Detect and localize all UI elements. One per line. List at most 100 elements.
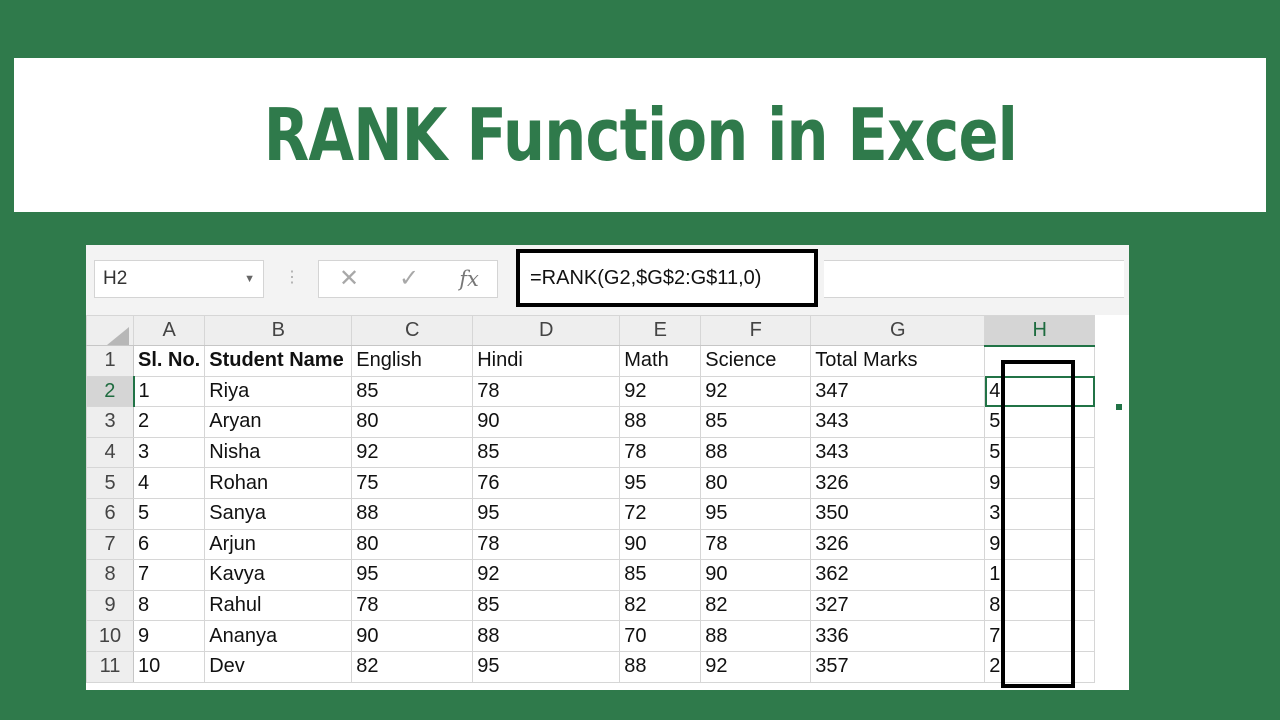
column-header-b[interactable]: B [204, 315, 353, 346]
cell-g2[interactable]: 347 [810, 375, 986, 408]
cell-b7[interactable]: Arjun [204, 528, 353, 561]
cell-g6[interactable]: 350 [810, 497, 986, 530]
cell-c8[interactable]: 95 [351, 559, 474, 591]
row-header[interactable]: 3 [86, 406, 134, 438]
cell-f6[interactable]: 95 [700, 497, 812, 530]
cell-g5[interactable]: 326 [810, 467, 986, 499]
cell-f9[interactable]: 82 [700, 589, 812, 622]
cell-b1[interactable]: Student Name [204, 345, 353, 377]
name-box[interactable]: H2 ▼ [94, 260, 264, 298]
row-header[interactable]: 4 [86, 436, 134, 469]
row-header[interactable]: 1 [86, 345, 134, 377]
cell-b11[interactable]: Dev [204, 650, 353, 683]
cell-d5[interactable]: 76 [472, 467, 621, 499]
cell-c10[interactable]: 90 [351, 620, 474, 652]
cell-f11[interactable]: 92 [700, 650, 812, 683]
cell-c4[interactable]: 92 [351, 436, 474, 469]
cell-d11[interactable]: 95 [472, 650, 621, 683]
drag-handle-icon[interactable]: ⋮ [284, 260, 300, 298]
cell-e8[interactable]: 85 [619, 559, 702, 591]
cell-e10[interactable]: 70 [619, 620, 702, 652]
row-header[interactable]: 2 [86, 375, 135, 408]
cell-b10[interactable]: Ananya [204, 620, 353, 652]
cell-d8[interactable]: 92 [472, 559, 621, 591]
column-header-g[interactable]: G [810, 315, 986, 346]
cell-f2[interactable]: 92 [700, 375, 812, 408]
cell-e5[interactable]: 95 [619, 467, 702, 499]
cell-c2[interactable]: 85 [351, 375, 474, 408]
column-header-e[interactable]: E [619, 315, 702, 346]
cell-a3[interactable]: 2 [132, 406, 206, 438]
cell-e1[interactable]: Math [619, 345, 702, 377]
cell-c7[interactable]: 80 [351, 528, 474, 561]
column-header-c[interactable]: C [351, 315, 474, 346]
cell-e11[interactable]: 88 [619, 650, 702, 683]
cell-f7[interactable]: 78 [700, 528, 812, 561]
cell-b9[interactable]: Rahul [204, 589, 353, 622]
cell-b3[interactable]: Aryan [204, 406, 353, 438]
cell-f3[interactable]: 85 [700, 406, 812, 438]
row-header[interactable]: 5 [86, 467, 134, 499]
cell-g11[interactable]: 357 [810, 650, 986, 683]
cell-g10[interactable]: 336 [810, 620, 986, 652]
cell-d10[interactable]: 88 [472, 620, 621, 652]
formula-input-extension[interactable] [824, 260, 1124, 298]
cell-f4[interactable]: 88 [700, 436, 812, 469]
cell-c3[interactable]: 80 [351, 406, 474, 438]
cell-a11[interactable]: 10 [132, 650, 206, 683]
cell-f10[interactable]: 88 [700, 620, 812, 652]
cell-e2[interactable]: 92 [619, 375, 702, 408]
cell-a4[interactable]: 3 [132, 436, 206, 469]
cell-e9[interactable]: 82 [619, 589, 702, 622]
cell-a5[interactable]: 4 [132, 467, 206, 499]
cell-c9[interactable]: 78 [351, 589, 474, 622]
cell-d7[interactable]: 78 [472, 528, 621, 561]
cell-b6[interactable]: Sanya [204, 497, 353, 530]
cell-d1[interactable]: Hindi [472, 345, 621, 377]
formula-input[interactable]: =RANK(G2,$G$2:G$11,0) [516, 249, 818, 307]
column-header-a[interactable]: A [132, 315, 206, 346]
chevron-down-icon[interactable]: ▼ [244, 261, 255, 297]
cell-f1[interactable]: Science [700, 345, 812, 377]
cell-b5[interactable]: Rohan [204, 467, 353, 499]
cell-g3[interactable]: 343 [810, 406, 986, 438]
cell-f5[interactable]: 80 [700, 467, 812, 499]
cell-d3[interactable]: 90 [472, 406, 621, 438]
column-header-f[interactable]: F [700, 315, 812, 346]
fill-handle[interactable] [1116, 404, 1122, 410]
row-header[interactable]: 10 [86, 620, 134, 652]
row-header[interactable]: 8 [86, 559, 134, 591]
cell-e6[interactable]: 72 [619, 497, 702, 530]
row-header[interactable]: 6 [86, 497, 134, 530]
cell-e7[interactable]: 90 [619, 528, 702, 561]
cell-c5[interactable]: 75 [351, 467, 474, 499]
cell-b4[interactable]: Nisha [204, 436, 353, 469]
cell-g1[interactable]: Total Marks [810, 345, 986, 377]
select-all-corner[interactable] [86, 315, 134, 346]
cell-a10[interactable]: 9 [132, 620, 206, 652]
cell-b2[interactable]: Riya [204, 375, 353, 408]
cancel-icon[interactable]: ✕ [329, 261, 369, 297]
cell-e3[interactable]: 88 [619, 406, 702, 438]
enter-check-icon[interactable]: ✓ [389, 261, 429, 297]
cell-a2[interactable]: 1 [132, 375, 206, 408]
column-header-h[interactable]: H [984, 315, 1096, 347]
cell-g7[interactable]: 326 [810, 528, 986, 561]
insert-function-icon[interactable]: fx [449, 261, 489, 297]
row-header[interactable]: 11 [86, 650, 134, 683]
cell-d6[interactable]: 95 [472, 497, 621, 530]
cell-d2[interactable]: 78 [472, 375, 621, 408]
column-header-d[interactable]: D [472, 315, 621, 346]
cell-g4[interactable]: 343 [810, 436, 986, 469]
cell-g9[interactable]: 327 [810, 589, 986, 622]
cell-a6[interactable]: 5 [132, 497, 206, 530]
cell-c11[interactable]: 82 [351, 650, 474, 683]
cell-d4[interactable]: 85 [472, 436, 621, 469]
cell-b8[interactable]: Kavya [204, 559, 353, 591]
cell-a9[interactable]: 8 [132, 589, 206, 622]
cell-g8[interactable]: 362 [810, 559, 986, 591]
cell-e4[interactable]: 78 [619, 436, 702, 469]
row-header[interactable]: 9 [86, 589, 134, 622]
cell-d9[interactable]: 85 [472, 589, 621, 622]
cell-a7[interactable]: 6 [132, 528, 206, 561]
